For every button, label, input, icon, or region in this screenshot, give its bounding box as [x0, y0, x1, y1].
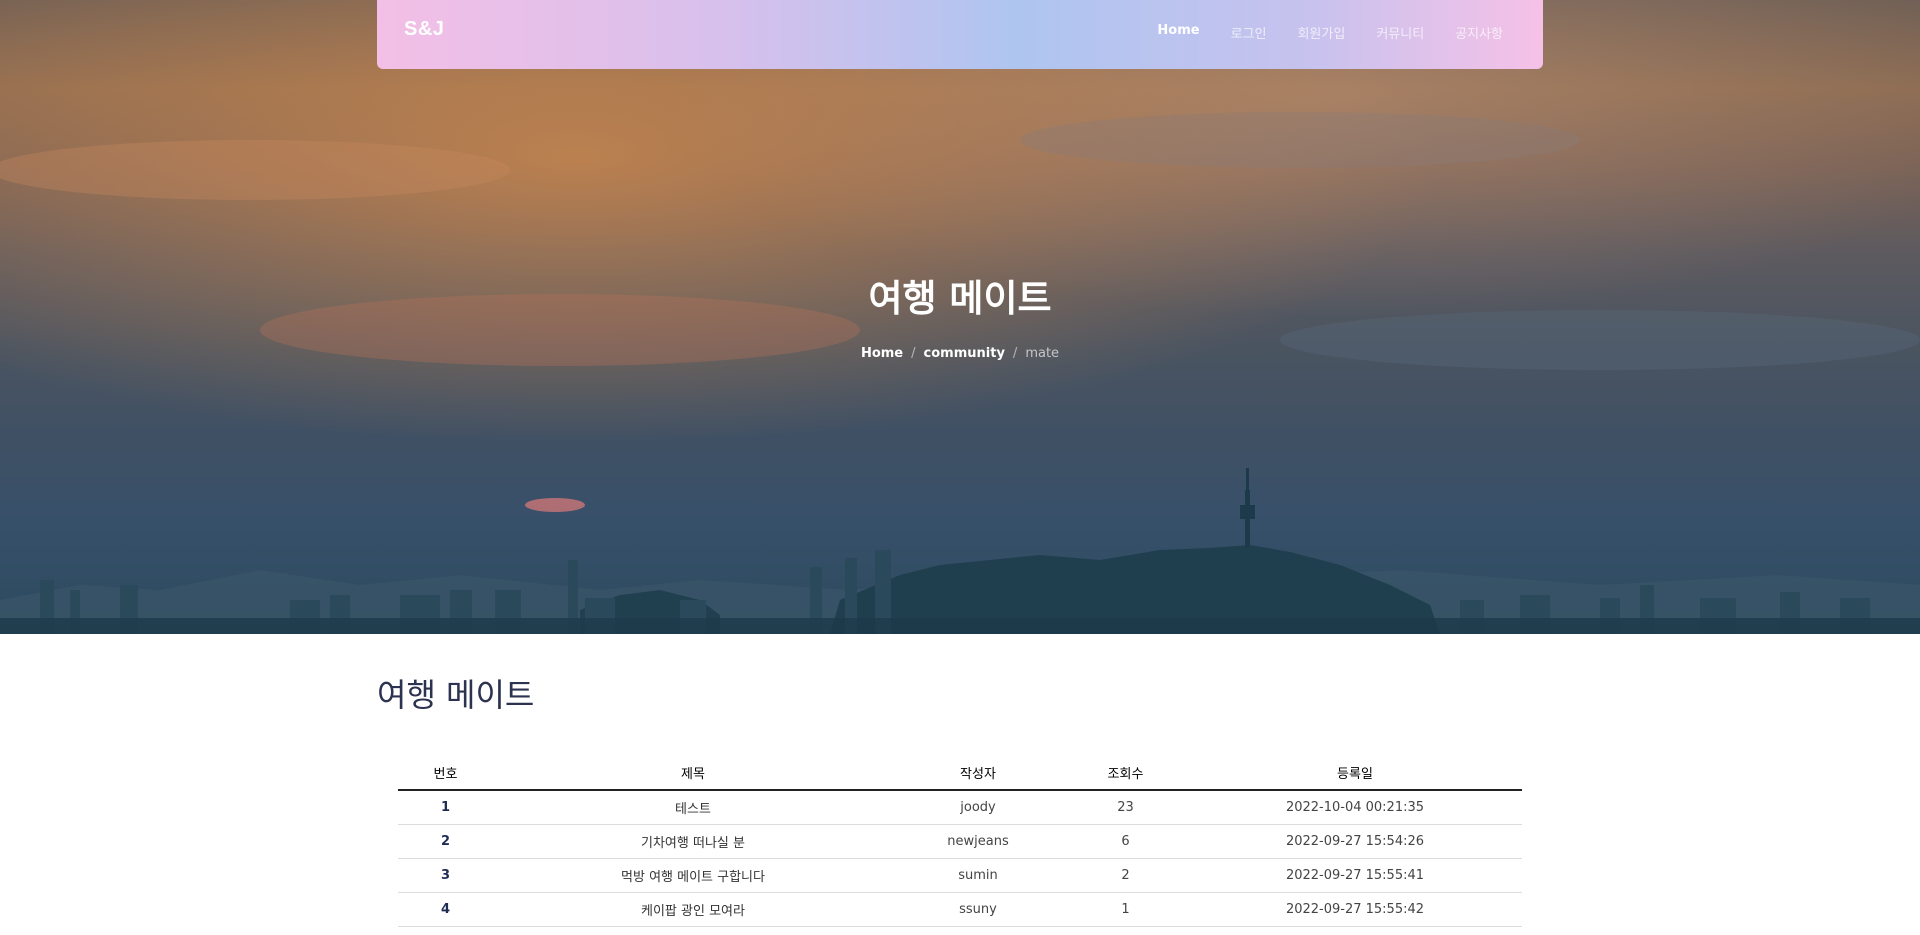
table-header-row: 번호 제목 작성자 조회수 등록일 [398, 756, 1522, 791]
table-row[interactable]: 4 케이팝 광인 모여라 ssuny 1 2022-09-27 15:55:42 [398, 892, 1522, 927]
row-views: 6 [1063, 824, 1188, 859]
row-title-link[interactable]: 테스트 [493, 790, 893, 825]
breadcrumb-separator: / [1012, 346, 1018, 361]
page-heading: 여행 메이트 [377, 676, 535, 714]
breadcrumb-home[interactable]: Home [861, 346, 903, 361]
breadcrumb-current: mate [1025, 346, 1060, 361]
header-title: 제목 [493, 756, 893, 791]
hero-title: 여행 메이트 [868, 277, 1052, 320]
nav-login[interactable]: 로그인 [1231, 23, 1267, 42]
row-author: sumin [893, 858, 1063, 893]
row-date: 2022-09-27 15:55:41 [1188, 858, 1522, 893]
breadcrumb-separator: / [911, 346, 916, 361]
nav-signup[interactable]: 회원가입 [1297, 23, 1345, 42]
row-number: 1 [398, 790, 493, 825]
row-title-link[interactable]: 먹방 여행 메이트 구합니다 [493, 858, 893, 893]
header-author: 작성자 [893, 756, 1063, 791]
row-views: 1 [1063, 892, 1188, 927]
row-number: 2 [398, 824, 493, 859]
row-number: 3 [398, 858, 493, 893]
hero-banner: S&J Home 로그인 회원가입 커뮤니티 공지사항 여행 메이트 Home … [0, 0, 1920, 634]
table-row[interactable]: 3 먹방 여행 메이트 구합니다 sumin 2 2022-09-27 15:5… [398, 858, 1522, 893]
header-date: 등록일 [1188, 756, 1522, 791]
table-row[interactable]: 1 테스트 joody 23 2022-10-04 00:21:35 [398, 790, 1522, 825]
row-date: 2022-09-27 15:55:42 [1188, 892, 1522, 927]
nav-notice[interactable]: 공지사항 [1455, 23, 1503, 42]
post-table: 번호 제목 작성자 조회수 등록일 1 테스트 joody 23 2022-10… [398, 756, 1522, 927]
breadcrumb-community[interactable]: community [924, 346, 1005, 361]
row-date: 2022-10-04 00:21:35 [1188, 790, 1522, 825]
brand-logo[interactable]: S&J [404, 18, 444, 41]
top-navbar: S&J Home 로그인 회원가입 커뮤니티 공지사항 [377, 0, 1543, 69]
header-number: 번호 [398, 756, 493, 791]
row-number: 4 [398, 892, 493, 927]
nav-menu: Home 로그인 회원가입 커뮤니티 공지사항 [1157, 23, 1503, 42]
row-author: ssuny [893, 892, 1063, 927]
nav-community[interactable]: 커뮤니티 [1376, 23, 1424, 42]
row-views: 23 [1063, 790, 1188, 825]
breadcrumb: Home / community / mate [0, 346, 1920, 361]
row-date: 2022-09-27 15:54:26 [1188, 824, 1522, 859]
row-views: 2 [1063, 858, 1188, 893]
nav-home[interactable]: Home [1157, 23, 1199, 42]
table-row[interactable]: 2 기차여행 떠나실 분 newjeans 6 2022-09-27 15:54… [398, 824, 1522, 859]
row-author: joody [893, 790, 1063, 825]
row-title-link[interactable]: 기차여행 떠나실 분 [493, 824, 893, 859]
row-author: newjeans [893, 824, 1063, 859]
row-title-link[interactable]: 케이팝 광인 모여라 [493, 892, 893, 927]
header-views: 조회수 [1063, 756, 1188, 791]
